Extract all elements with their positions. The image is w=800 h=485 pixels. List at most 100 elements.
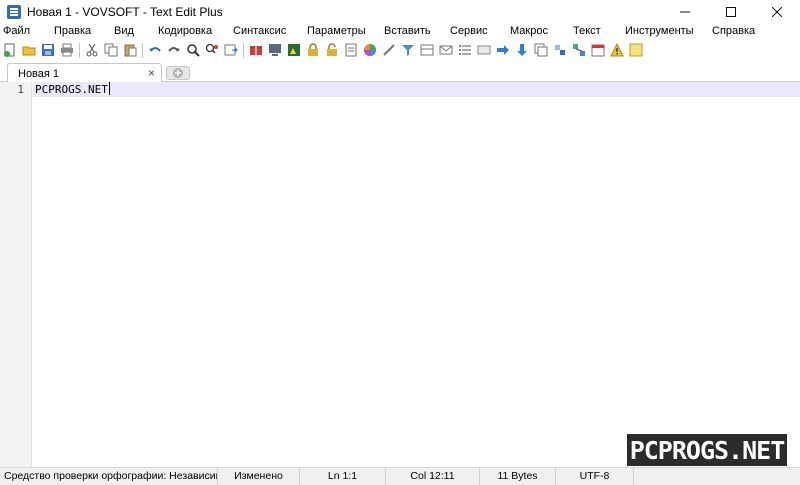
brush-icon <box>382 44 395 56</box>
table-icon <box>420 44 433 56</box>
close-window-button[interactable] <box>754 0 800 24</box>
menu-tools[interactable]: Инструменты <box>625 25 694 37</box>
minimize-button[interactable] <box>662 0 708 24</box>
tool-button-8[interactable] <box>419 43 434 58</box>
new-file-button[interactable] <box>2 43 17 58</box>
image-icon <box>287 44 300 56</box>
menu-help[interactable]: Справка <box>712 25 755 37</box>
goto-icon <box>224 44 238 56</box>
arrow-right-button[interactable] <box>495 43 510 58</box>
copy-icon <box>104 43 117 57</box>
book-icon <box>249 46 262 55</box>
filter-icon <box>401 45 414 56</box>
menu-edit[interactable]: Правка <box>54 25 91 37</box>
goto-line-button[interactable] <box>223 43 238 58</box>
toolbar-separator <box>142 42 143 58</box>
lock-icon <box>307 43 318 56</box>
computer-icon <box>268 44 281 56</box>
folder-icon <box>22 46 35 56</box>
editor-line[interactable]: PCPROGS.NET <box>35 82 110 97</box>
open-file-button[interactable] <box>21 43 36 58</box>
title-bar: Новая 1 - VOVSOFT - Text Edit Plus <box>0 0 800 24</box>
tool-button-12[interactable] <box>533 43 548 58</box>
menu-service[interactable]: Сервис <box>450 25 488 37</box>
maximize-button[interactable] <box>708 0 754 24</box>
text-editor[interactable]: 1 PCPROGS.NET <box>0 82 800 467</box>
status-line: Ln 1:1 <box>300 468 386 485</box>
clipboard-icon <box>124 44 136 57</box>
window-controls <box>662 0 800 24</box>
tool-button-1[interactable] <box>248 43 263 58</box>
filter-button[interactable] <box>400 43 415 58</box>
copy-button[interactable] <box>103 43 118 58</box>
list-icon <box>458 45 471 55</box>
tool-button-13[interactable] <box>552 43 567 58</box>
arrow-right-icon <box>496 45 509 55</box>
tab-close-icon[interactable]: × <box>148 67 155 79</box>
find-button[interactable] <box>185 43 200 58</box>
menu-options[interactable]: Параметры <box>307 25 366 37</box>
text-caret <box>108 82 110 95</box>
tool-button-14[interactable] <box>571 43 586 58</box>
tool-button-15[interactable] <box>628 43 643 58</box>
tab-bar: Новая 1 × <box>0 61 800 83</box>
tool-button-11[interactable] <box>476 43 491 58</box>
envelope-icon <box>477 45 490 55</box>
status-bar: Средство проверки орфографии: Независимо… <box>0 467 800 485</box>
tool-button-2[interactable] <box>267 43 282 58</box>
redo-button[interactable] <box>166 43 181 58</box>
print-button[interactable] <box>59 43 74 58</box>
menu-text[interactable]: Текст <box>573 25 601 37</box>
arrow-down-icon <box>516 44 527 56</box>
warning-icon <box>609 43 624 57</box>
menu-encoding[interactable]: Кодировка <box>158 25 212 37</box>
toolbar-separator <box>243 42 244 58</box>
tool-button-7[interactable] <box>381 43 396 58</box>
network-icon <box>572 44 585 56</box>
warning-button[interactable] <box>609 43 624 58</box>
cut-button[interactable] <box>84 43 99 58</box>
menu-syntax[interactable]: Синтаксис <box>233 25 286 37</box>
tool-button-3[interactable] <box>286 43 301 58</box>
calendar-button[interactable] <box>590 43 605 58</box>
menu-insert[interactable]: Вставить <box>384 25 431 37</box>
close-icon <box>772 7 782 17</box>
watermark: PCPROGS.NET <box>627 434 787 466</box>
replace-button[interactable] <box>204 43 219 58</box>
paste-button[interactable] <box>122 43 137 58</box>
new-file-icon <box>3 43 14 57</box>
watermark-text: PCPROGS.NET <box>629 435 786 465</box>
status-size: 11 Bytes <box>480 468 556 485</box>
undo-button[interactable] <box>147 43 162 58</box>
minimize-icon <box>680 11 690 13</box>
document-icon <box>345 43 356 57</box>
tool-button-5[interactable] <box>324 43 339 58</box>
tool-button-4[interactable] <box>305 43 320 58</box>
notes-icon <box>629 43 642 57</box>
tool-button-6[interactable] <box>343 43 358 58</box>
tool-button-9[interactable] <box>438 43 453 58</box>
line-number: 1 <box>17 83 24 96</box>
replace-icon <box>205 43 218 54</box>
tool-button-10[interactable] <box>457 43 472 58</box>
menu-view[interactable]: Вид <box>114 25 134 37</box>
arrow-down-button[interactable] <box>514 43 529 58</box>
color-wheel-icon <box>363 44 376 56</box>
save-button[interactable] <box>40 43 55 58</box>
tab-document[interactable]: Новая 1 × <box>7 63 162 83</box>
printer-icon <box>60 43 73 57</box>
new-tab-button[interactable] <box>166 66 190 80</box>
menu-file[interactable]: Файл <box>3 25 30 37</box>
toolbar-separator <box>79 42 80 58</box>
sort-icon <box>554 45 565 55</box>
scissors-icon <box>86 43 97 57</box>
menu-bar: Файл Правка Вид Кодировка Синтаксис Пара… <box>0 24 800 40</box>
color-picker-button[interactable] <box>362 43 377 58</box>
menu-macro[interactable]: Макрос <box>510 25 548 37</box>
status-spellcheck: Средство проверки орфографии: Независимо… <box>0 468 218 485</box>
maximize-icon <box>726 7 736 17</box>
current-line-highlight <box>33 82 800 97</box>
status-encoding: UTF-8 <box>556 468 634 485</box>
unlock-icon <box>326 43 337 56</box>
mail-icon <box>439 45 452 55</box>
